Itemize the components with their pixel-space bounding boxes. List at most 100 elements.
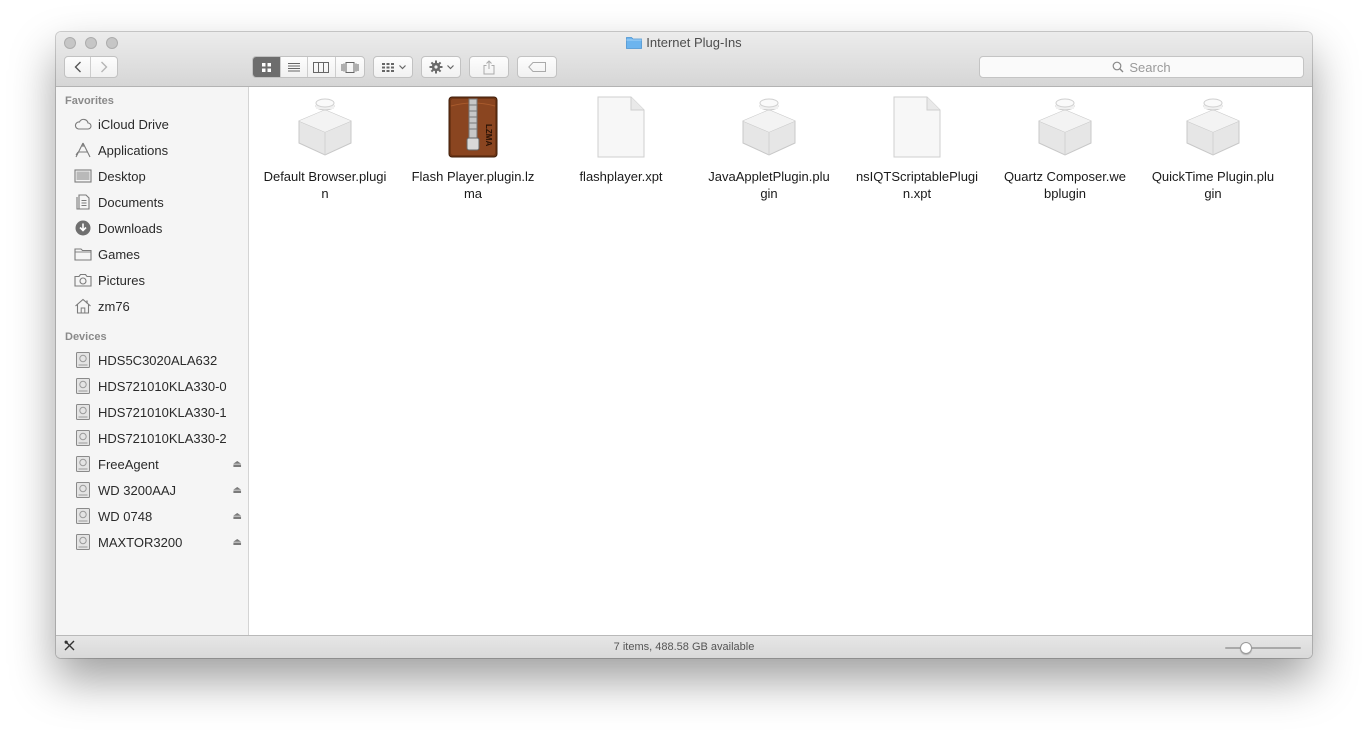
plugin-icon [293,95,357,159]
sidebar-item-label: HDS721010KLA330-1 [98,404,227,420]
sidebar-item-label: Pictures [98,272,145,288]
search-icon [1112,61,1124,73]
icon-view-button[interactable] [253,57,281,77]
file-item[interactable]: flashplayer.xpt [556,95,686,185]
eject-icon[interactable]: ⏏ [233,485,242,496]
slider-knob[interactable] [1239,642,1252,654]
sidebar-item-label: HDS721010KLA330-2 [98,430,227,446]
archive-icon: LZMA [441,95,505,159]
tags-button[interactable] [517,56,557,78]
eject-icon[interactable]: ⏏ [233,511,242,522]
file-item[interactable]: LZMA Flash Player.plugin.lzma [408,95,538,202]
eject-icon[interactable]: ⏏ [233,459,242,470]
file-item[interactable]: Quartz Composer.webplugin [1000,95,1130,202]
sidebar-device-wd-3200aaj[interactable]: WD 3200AAJ ⏏ [56,478,249,502]
hard-drive-icon [74,482,92,498]
sidebar-item-label: HDS721010KLA330-0 [98,378,227,394]
downloads-icon [74,220,92,236]
sidebar-device-maxtor3200[interactable]: MAXTOR3200 ⏏ [56,530,249,554]
sidebar: Favorites iCloud Drive Applications Desk… [56,87,249,635]
chevron-right-icon [101,61,108,73]
sidebar-item-label: Downloads [98,220,163,236]
hard-drive-icon [74,352,92,368]
file-name: Default Browser.plugin [263,169,387,201]
arrange-grid-icon [381,62,394,72]
gear-icon [429,60,442,74]
document-icon [589,95,653,159]
chevron-down-icon [446,64,454,69]
file-name: flashplayer.xpt [579,169,663,184]
sidebar-device-hds5c3020ala632[interactable]: HDS5C3020ALA632 [56,348,249,372]
folder-icon [74,246,92,262]
file-name: Quartz Composer.webplugin [1003,169,1127,201]
sidebar-device-wd-0748[interactable]: WD 0748 ⏏ [56,504,249,528]
sidebar-device-hds721010kla330-0[interactable]: HDS721010KLA330-0 [56,374,249,398]
sidebar-item-label: Games [98,246,140,262]
folder-icon [626,37,643,49]
file-icon-view: Default Browser.plugin LZMA Flash Player… [249,87,1312,635]
file-name: Flash Player.plugin.lzma [411,169,535,201]
back-button[interactable] [65,57,92,77]
file-item[interactable]: QuickTime Plugin.plugin [1148,95,1278,202]
hard-drive-icon [74,430,92,446]
file-item[interactable]: Default Browser.plugin [260,95,390,202]
sidebar-item-pictures[interactable]: Pictures [56,268,249,292]
sidebar-device-hds721010kla330-1[interactable]: HDS721010KLA330-1 [56,400,249,424]
sidebar-item-downloads[interactable]: Downloads [56,216,249,240]
search-placeholder: Search [1129,59,1171,75]
sidebar-item-label: zm76 [98,298,130,314]
document-icon [885,95,949,159]
sidebar-item-label: Applications [98,142,169,158]
sidebar-item-label: Desktop [98,168,146,184]
chevron-left-icon [74,61,81,73]
toolbar: Internet Plug-Ins Search [56,32,1312,87]
sidebar-item-home[interactable]: zm76 [56,294,249,318]
sidebar-item-label: MAXTOR3200 [98,534,183,550]
hard-drive-icon [74,508,92,524]
sidebar-item-games[interactable]: Games [56,242,249,266]
cover-flow-button[interactable] [336,57,364,77]
search-field[interactable]: Search [979,56,1304,78]
favorites-header: Favorites [65,95,114,107]
applications-icon [74,142,92,158]
column-view-button[interactable] [308,57,336,77]
sidebar-item-desktop[interactable]: Desktop [56,164,249,188]
plugin-icon [1181,95,1245,159]
columns-icon [313,61,330,73]
file-name: JavaAppletPlugin.plugin [708,169,830,201]
arrange-button[interactable] [373,56,413,78]
grid-icon [261,62,271,72]
plugin-icon [1033,95,1097,159]
sidebar-item-label: WD 0748 [98,508,153,524]
sidebar-item-label: WD 3200AAJ [98,482,177,498]
sidebar-item-applications[interactable]: Applications [56,138,249,162]
hard-drive-icon [74,378,92,394]
action-button[interactable] [421,56,461,78]
sidebar-device-hds721010kla330-2[interactable]: HDS721010KLA330-2 [56,426,249,450]
hard-drive-icon [74,456,92,472]
file-item[interactable]: nsIQTScriptablePlugin.xpt [852,95,982,202]
documents-icon [74,194,92,210]
sidebar-item-icloud-drive[interactable]: iCloud Drive [56,112,249,136]
list-view-button[interactable] [281,57,309,77]
share-button[interactable] [469,56,509,78]
svg-text:LZMA: LZMA [484,124,493,146]
view-mode-control [252,56,365,78]
eject-icon[interactable]: ⏏ [233,537,242,548]
sidebar-item-documents[interactable]: Documents [56,190,249,214]
icon-size-slider[interactable] [1225,642,1301,654]
list-icon [287,62,300,71]
devices-header: Devices [65,331,107,343]
hard-drive-icon [74,534,92,550]
window-title-label: Internet Plug-Ins [646,35,742,50]
forward-button[interactable] [91,57,117,77]
back-forward-control [64,56,118,78]
tag-icon [528,62,546,72]
hard-drive-icon [74,404,92,420]
share-icon [483,59,495,74]
window-title: Internet Plug-Ins [56,35,1312,50]
sidebar-device-freeagent[interactable]: FreeAgent ⏏ [56,452,249,476]
file-item[interactable]: JavaAppletPlugin.plugin [704,95,834,202]
file-name: nsIQTScriptablePlugin.xpt [855,169,979,201]
finder-window: Internet Plug-Ins Search Favorites iClou… [56,32,1312,658]
